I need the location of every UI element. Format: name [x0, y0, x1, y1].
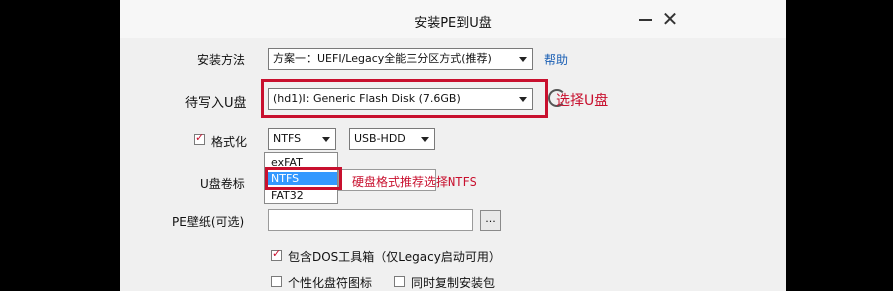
install-method-select[interactable]: 方案一：UEFI/Legacy全能三分区方式(推荐)	[268, 48, 533, 70]
chevron-down-icon	[322, 137, 330, 142]
minimize-button[interactable]	[634, 8, 658, 30]
right-black-margin	[786, 0, 893, 291]
personalize-label: 个性化盘符图标	[288, 276, 373, 290]
chevron-down-icon	[519, 57, 527, 62]
filesystem-select[interactable]: NTFS	[268, 128, 336, 150]
personalize-checkbox[interactable]	[271, 276, 282, 287]
ntfs-hint-annotation: 硬盘格式推荐选择NTFS	[352, 175, 477, 189]
wallpaper-label: PE壁纸(可选)	[172, 215, 245, 229]
format-checkbox[interactable]	[194, 131, 205, 145]
install-method-label: 安装方法	[197, 53, 246, 67]
dos-tools-checkbox[interactable]	[271, 247, 282, 261]
close-button[interactable]: ✕	[657, 6, 683, 32]
title-bar: 安装PE到U盘 ✕	[120, 0, 786, 38]
chevron-down-icon	[421, 137, 429, 142]
help-link[interactable]: 帮助	[544, 51, 568, 68]
copy-package-label: 同时复制安装包	[411, 276, 496, 290]
format-label: 格式化	[211, 135, 248, 149]
copy-package-checkbox[interactable]	[394, 276, 405, 287]
target-disk-label: 待写入U盘	[185, 96, 247, 111]
target-disk-value: (hd1)I: Generic Flash Disk (7.6GB)	[273, 92, 461, 105]
chevron-down-icon	[519, 97, 527, 102]
left-black-margin	[0, 0, 120, 291]
target-disk-select[interactable]: (hd1)I: Generic Flash Disk (7.6GB)	[268, 88, 533, 110]
dos-tools-label: 包含DOS工具箱（仅Legacy启动可用）	[288, 250, 501, 264]
window-title: 安装PE到U盘	[414, 16, 492, 31]
boot-mode-value: USB-HDD	[354, 132, 406, 145]
browse-button[interactable]: ...	[480, 210, 501, 231]
select-usb-annotation: 选择U盘	[556, 93, 609, 109]
option-fat32[interactable]: FAT32	[271, 189, 304, 202]
highlight-box-ntfs	[265, 167, 342, 190]
install-pe-dialog: 安装PE到U盘 ✕ 安装方法 方案一：UEFI/Legacy全能三分区方式(推荐…	[120, 0, 786, 291]
filesystem-value: NTFS	[273, 132, 302, 145]
install-method-value: 方案一：UEFI/Legacy全能三分区方式(推荐)	[273, 52, 492, 65]
volume-label-label: U盘卷标	[200, 177, 245, 191]
wallpaper-input[interactable]	[268, 209, 473, 231]
boot-mode-select[interactable]: USB-HDD	[349, 128, 435, 150]
